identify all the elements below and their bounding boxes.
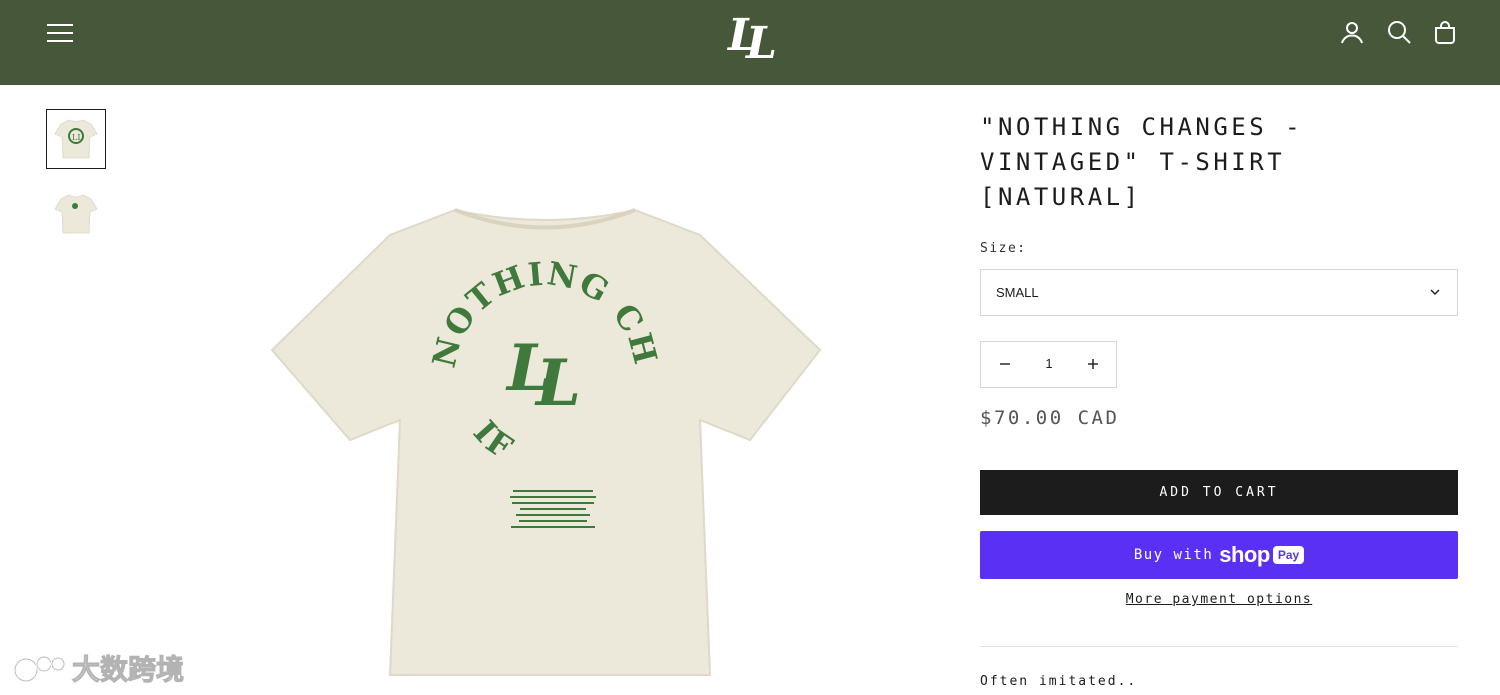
product-price: $70.00 CAD <box>980 407 1120 429</box>
site-header: L L <box>0 0 1500 85</box>
shop-pay-button[interactable]: Buy with shop Pay <box>980 531 1458 579</box>
search-icon[interactable] <box>1386 19 1412 45</box>
thumbnail-front[interactable] <box>46 185 106 245</box>
plus-icon[interactable] <box>1085 356 1101 372</box>
product-description: Often imitated.. <box>980 674 1138 689</box>
size-select[interactable]: SMALL <box>980 269 1458 316</box>
quantity-value[interactable]: 1 <box>1029 356 1069 371</box>
divider <box>980 646 1458 647</box>
account-icon[interactable] <box>1339 19 1365 45</box>
cart-icon[interactable] <box>1432 19 1458 45</box>
thumbnail-back[interactable]: LL <box>46 109 106 169</box>
shop-pay-buy-label: Buy with <box>1133 547 1214 563</box>
logo[interactable]: L L <box>722 2 784 64</box>
size-label: Size: <box>980 241 1027 256</box>
watermark: 大数跨境 <box>12 648 185 688</box>
menu-icon[interactable] <box>47 23 73 43</box>
svg-text:L: L <box>534 346 581 421</box>
svg-text:L: L <box>744 18 777 64</box>
svg-text:LL: LL <box>72 133 83 142</box>
product-title: "NOTHING CHANGES - VINTAGED" T-SHIRT [NA… <box>980 113 1304 211</box>
shop-pay-badge: Pay <box>1272 546 1305 564</box>
shop-pay-logo: shop <box>1219 542 1270 567</box>
watermark-text: 大数跨境 <box>71 653 185 687</box>
add-to-cart-button[interactable]: ADD TO CART <box>980 470 1458 515</box>
minus-icon[interactable] <box>997 356 1013 372</box>
size-select-value: SMALL <box>996 285 1039 300</box>
watermark-logo-icon <box>13 655 66 683</box>
product-main-image[interactable]: NOTHING CHANGES IF L L <box>230 190 850 695</box>
more-payment-options-link[interactable]: More payment options <box>980 592 1458 607</box>
quantity-stepper: 1 <box>980 341 1117 388</box>
tshirt-front-thumbnail-image <box>54 194 98 234</box>
chevron-down-icon <box>1430 289 1440 295</box>
tshirt-back-thumbnail-image: LL <box>54 119 98 159</box>
